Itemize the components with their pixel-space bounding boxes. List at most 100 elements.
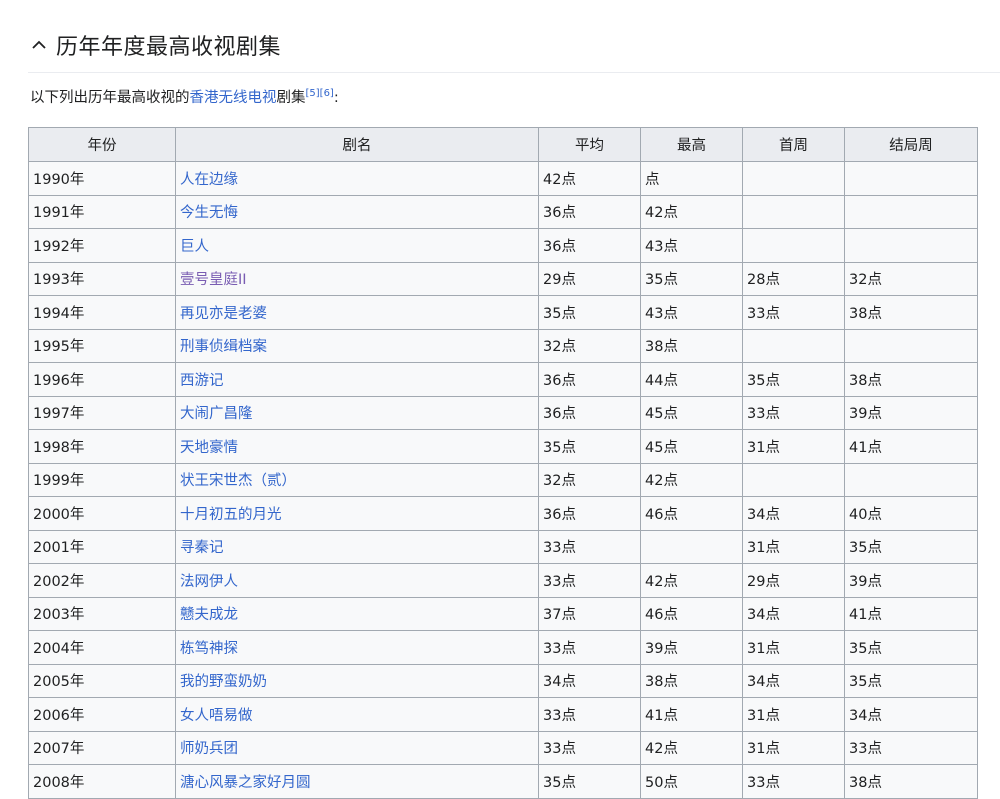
reference-links[interactable]: [5][6]: [306, 88, 334, 99]
table-row: 2002年 法网伊人 33点 42点 29点 39点: [28, 563, 978, 598]
peak-rating-cell: 42点: [640, 563, 743, 598]
drama-title-cell: 人在边缘: [175, 161, 539, 196]
finale-week-cell: 41点: [844, 596, 978, 631]
year-cell: 1996年: [28, 362, 176, 397]
average-rating-cell: 35点: [538, 295, 641, 330]
peak-rating-cell: 44点: [640, 362, 743, 397]
drama-title-link[interactable]: 师奶兵团: [180, 741, 238, 757]
drama-title-link[interactable]: 大闹广昌隆: [180, 406, 253, 422]
peak-rating-cell: 41点: [640, 697, 743, 732]
premiere-week-cell: [742, 228, 845, 263]
drama-title-link[interactable]: 人在边缘: [180, 172, 238, 188]
table-row: 1996年 西游记 36点 44点 35点 38点: [28, 362, 978, 397]
finale-week-cell: [844, 462, 978, 497]
finale-week-cell: 39点: [844, 395, 978, 430]
table-row: 1991年 今生无悔 36点 42点: [28, 194, 978, 229]
premiere-week-cell: 31点: [742, 730, 845, 765]
premiere-week-cell: 33点: [742, 764, 845, 799]
table-row: 2005年 我的野蛮奶奶 34点 38点 34点 35点: [28, 663, 978, 698]
table-row: 1998年 天地豪情 35点 45点 31点 41点: [28, 429, 978, 464]
drama-title-link[interactable]: 状王宋世杰（贰）: [180, 473, 296, 489]
drama-title-link[interactable]: 今生无悔: [180, 205, 238, 221]
year-cell: 1998年: [28, 429, 176, 464]
drama-title-link[interactable]: 天地豪情: [180, 440, 238, 456]
average-rating-cell: 35点: [538, 764, 641, 799]
year-cell: 2001年: [28, 529, 176, 564]
header-average: 平均: [538, 127, 641, 162]
drama-title-link[interactable]: 栋笃神探: [180, 641, 238, 657]
finale-week-cell: 38点: [844, 295, 978, 330]
finale-week-cell: 34点: [844, 697, 978, 732]
table-row: 2000年 十月初五的月光 36点 46点 34点 40点: [28, 496, 978, 531]
drama-title-link[interactable]: 巨人: [180, 239, 209, 255]
drama-title-link[interactable]: 刑事侦缉档案: [180, 339, 267, 355]
intro-paragraph: 以下列出历年最高收视的香港无线电视剧集[5][6]:: [30, 86, 339, 107]
drama-title-link[interactable]: 女人唔易做: [180, 708, 253, 724]
peak-rating-cell: 38点: [640, 663, 743, 698]
finale-week-cell: 35点: [844, 663, 978, 698]
premiere-week-cell: [742, 462, 845, 497]
premiere-week-cell: [742, 194, 845, 229]
peak-rating-cell: 50点: [640, 764, 743, 799]
peak-rating-cell: 点: [640, 161, 743, 196]
intro-suffix: 剧集: [276, 90, 306, 106]
peak-rating-cell: 43点: [640, 295, 743, 330]
finale-week-cell: 38点: [844, 764, 978, 799]
table-row: 2003年 戆夫成龙 37点 46点 34点 41点: [28, 596, 978, 631]
section-heading[interactable]: 历年年度最高收视剧集: [28, 22, 1000, 68]
heading-divider: [28, 72, 1000, 73]
premiere-week-cell: [742, 328, 845, 363]
table-row: 1999年 状王宋世杰（贰） 32点 42点: [28, 462, 978, 497]
drama-title-cell: 法网伊人: [175, 563, 539, 598]
drama-title-link[interactable]: 十月初五的月光: [180, 507, 282, 523]
table-row: 1990年 人在边缘 42点点: [28, 161, 978, 196]
drama-title-cell: 今生无悔: [175, 194, 539, 229]
average-rating-cell: 42点: [538, 161, 641, 196]
drama-title-link[interactable]: 寻秦记: [180, 540, 224, 556]
year-cell: 1994年: [28, 295, 176, 330]
average-rating-cell: 33点: [538, 730, 641, 765]
year-cell: 2000年: [28, 496, 176, 531]
intro-link-tvb[interactable]: 香港无线电视: [190, 90, 277, 106]
premiere-week-cell: 33点: [742, 295, 845, 330]
average-rating-cell: 36点: [538, 194, 641, 229]
drama-title-cell: 十月初五的月光: [175, 496, 539, 531]
average-rating-cell: 29点: [538, 261, 641, 296]
drama-title-link[interactable]: 溏心风暴之家好月圆: [180, 775, 311, 791]
table-row: 1993年 壹号皇庭II 29点 35点 28点 32点: [28, 261, 978, 296]
drama-title-link[interactable]: 法网伊人: [180, 574, 238, 590]
finale-week-cell: 41点: [844, 429, 978, 464]
drama-title-cell: 溏心风暴之家好月圆: [175, 764, 539, 799]
finale-week-cell: [844, 328, 978, 363]
table-row: 2008年 溏心风暴之家好月圆 35点 50点 33点 38点: [28, 764, 978, 799]
drama-title-link[interactable]: 再见亦是老婆: [180, 306, 267, 322]
average-rating-cell: 35点: [538, 429, 641, 464]
chevron-up-icon[interactable]: [28, 34, 50, 56]
premiere-week-cell: 31点: [742, 529, 845, 564]
drama-title-cell: 寻秦记: [175, 529, 539, 564]
year-cell: 1999年: [28, 462, 176, 497]
table-row: 2004年 栋笃神探 33点 39点 31点 35点: [28, 630, 978, 665]
drama-title-cell: 我的野蛮奶奶: [175, 663, 539, 698]
premiere-week-cell: 33点: [742, 395, 845, 430]
year-cell: 2008年: [28, 764, 176, 799]
finale-week-cell: [844, 161, 978, 196]
drama-title-link[interactable]: 西游记: [180, 373, 224, 389]
average-rating-cell: 36点: [538, 362, 641, 397]
finale-week-cell: 35点: [844, 630, 978, 665]
finale-week-cell: 35点: [844, 529, 978, 564]
drama-title-cell: 刑事侦缉档案: [175, 328, 539, 363]
year-cell: 2005年: [28, 663, 176, 698]
drama-title-link[interactable]: 壹号皇庭II: [180, 272, 247, 288]
premiere-week-cell: 31点: [742, 429, 845, 464]
finale-week-cell: [844, 194, 978, 229]
average-rating-cell: 36点: [538, 228, 641, 263]
year-cell: 1995年: [28, 328, 176, 363]
premiere-week-cell: 35点: [742, 362, 845, 397]
premiere-week-cell: 31点: [742, 697, 845, 732]
table-header-row: 年份 剧名 平均 最高 首周 结局周: [28, 127, 978, 162]
drama-title-link[interactable]: 我的野蛮奶奶: [180, 674, 267, 690]
year-cell: 2007年: [28, 730, 176, 765]
drama-title-cell: 女人唔易做: [175, 697, 539, 732]
drama-title-link[interactable]: 戆夫成龙: [180, 607, 238, 623]
